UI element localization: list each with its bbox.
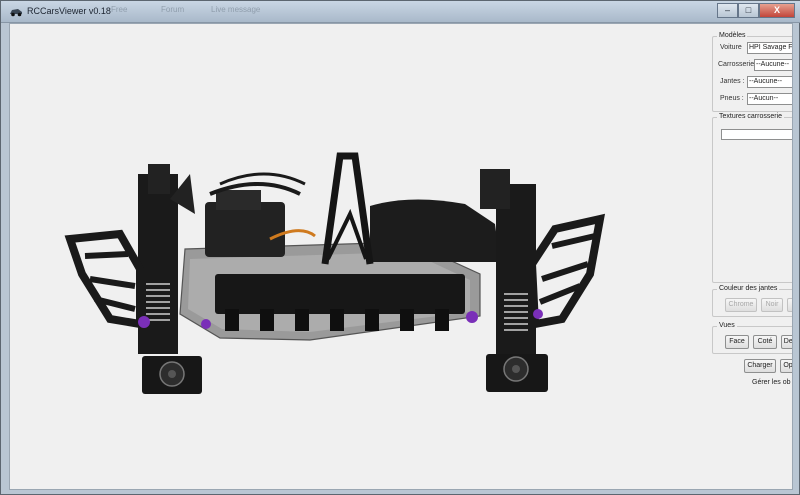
noir-button[interactable]: Noir: [761, 298, 783, 312]
app-window: RCCarsViewer v0.18 Free Forum Live messa…: [0, 0, 800, 495]
carrosserie-label: Carrosserie: [718, 61, 755, 68]
background-tab: Live message: [211, 5, 261, 14]
client-area: Modèles Voiture HPI Savage F Carrosserie…: [9, 23, 793, 490]
background-tab: Free: [111, 5, 128, 14]
manage-objects-button[interactable]: Gérer les ob: [752, 377, 792, 391]
views-group: Vues Face Coté Des: [712, 322, 792, 354]
top-view-button[interactable]: Des: [781, 335, 792, 349]
jantes-select[interactable]: --Aucune--: [747, 76, 792, 88]
rim-color-group: Couleur des jantes Chrome Noir: [712, 285, 792, 317]
textures-legend: Textures carrosserie: [717, 113, 785, 120]
background-tab: Forum: [161, 5, 185, 14]
options-button[interactable]: Op: [780, 359, 792, 373]
textures-group: Textures carrosserie: [712, 113, 792, 283]
pneus-select[interactable]: --Aucun--: [747, 93, 792, 105]
voiture-label: Voiture: [720, 44, 742, 51]
carrosserie-select[interactable]: --Aucune--: [754, 59, 792, 71]
models-legend: Modèles: [717, 32, 748, 39]
models-group: Modèles Voiture HPI Savage F Carrosserie…: [712, 32, 792, 112]
rc-car-chassis-render: [64, 152, 606, 394]
window-title: RCCarsViewer v0.18: [27, 6, 111, 16]
maximize-button[interactable]: □: [738, 3, 759, 18]
car-app-icon: [10, 9, 22, 17]
chrome-button[interactable]: Chrome: [725, 298, 757, 312]
charger-button[interactable]: Charger: [744, 359, 776, 373]
rim-color-legend: Couleur des jantes: [717, 285, 780, 292]
side-view-button[interactable]: Coté: [753, 335, 777, 349]
minimize-button[interactable]: –: [717, 3, 738, 18]
pneus-label: Pneus :: [720, 95, 744, 102]
rim-color-button[interactable]: [787, 298, 792, 312]
jantes-label: Jantes :: [720, 78, 745, 85]
3d-viewport[interactable]: [10, 24, 710, 489]
texture-list[interactable]: [721, 129, 792, 140]
views-legend: Vues: [717, 322, 737, 329]
close-button[interactable]: X: [759, 3, 795, 18]
face-view-button[interactable]: Face: [725, 335, 749, 349]
voiture-select[interactable]: HPI Savage F: [747, 42, 792, 54]
title-bar[interactable]: RCCarsViewer v0.18 Free Forum Live messa…: [1, 1, 800, 23]
control-panel: Modèles Voiture HPI Savage F Carrosserie…: [710, 24, 792, 489]
